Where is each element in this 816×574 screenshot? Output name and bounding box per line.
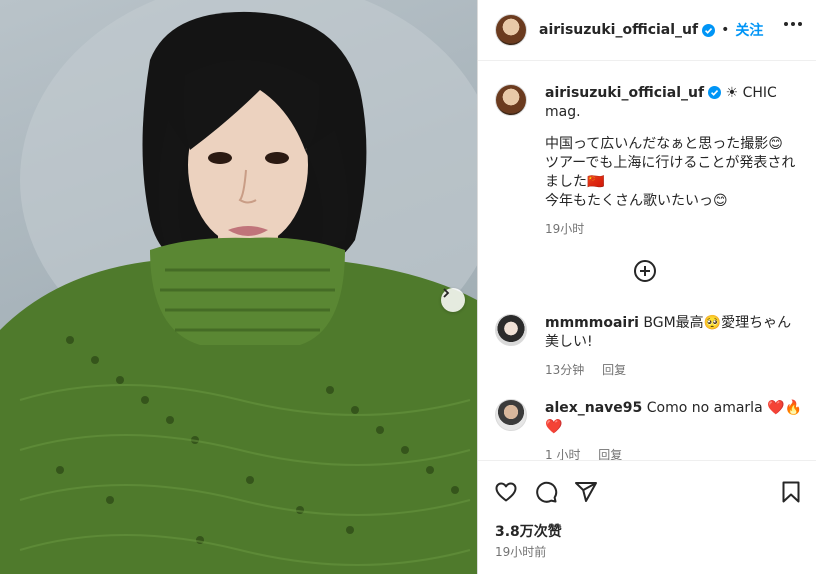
comment-icon <box>536 481 558 503</box>
heart-icon <box>495 482 517 502</box>
bookmark-icon <box>782 481 800 503</box>
portrait-illustration <box>0 0 477 574</box>
comment-item: alex_nave95 Como no amarla ❤️🔥❤️ 1 小时 回复 <box>495 399 805 460</box>
comment-time: 1 小时 <box>545 448 581 460</box>
post-actions: 3.8万次赞 19小时前 <box>478 460 816 574</box>
like-button[interactable] <box>494 480 518 508</box>
post-header: airisuzuki_official_uf • 关注 <box>478 0 816 61</box>
comment-item: mmmmoairi BGM最高🥺愛理ちゃん美しい! 13分钟 回复 <box>495 314 805 378</box>
post-timestamp[interactable]: 19小时前 <box>495 543 546 560</box>
share-button[interactable] <box>574 480 598 508</box>
next-image-button[interactable] <box>441 288 465 312</box>
caption-avatar[interactable] <box>495 84 527 116</box>
add-comment-icon[interactable] <box>633 259 657 283</box>
comment-button[interactable] <box>534 480 558 508</box>
author-username[interactable]: airisuzuki_official_uf <box>539 22 698 38</box>
verified-icon <box>702 23 716 37</box>
reply-button[interactable]: 回复 <box>598 448 622 460</box>
caption-text: 中国って広いんだなぁと思った撮影😊 ツアーでも上海に行けることが発表されました🇨… <box>545 136 796 209</box>
commenter-username[interactable]: mmmmoairi <box>545 315 639 331</box>
post-photo[interactable] <box>0 0 477 574</box>
commenter-avatar[interactable] <box>495 314 527 346</box>
share-icon <box>575 482 597 502</box>
caption-time: 19小时 <box>545 222 585 236</box>
next-arrow-icon <box>443 288 450 298</box>
post-caption: airisuzuki_official_uf ☀ CHIC mag. 中国って広… <box>495 84 805 239</box>
comment-time: 13分钟 <box>545 363 585 377</box>
reply-button[interactable]: 回复 <box>602 363 626 377</box>
save-button[interactable] <box>779 480 803 508</box>
likes-count[interactable]: 3.8万次赞 <box>495 521 562 541</box>
comments-section[interactable]: airisuzuki_official_uf ☀ CHIC mag. 中国って広… <box>478 62 816 460</box>
separator: • <box>721 22 730 38</box>
follow-button[interactable]: 关注 <box>735 20 763 40</box>
commenter-avatar[interactable] <box>495 399 527 431</box>
verified-icon <box>708 86 722 99</box>
caption-username[interactable]: airisuzuki_official_uf <box>545 85 704 101</box>
author-avatar[interactable] <box>495 14 527 46</box>
more-options-icon[interactable] <box>784 22 802 26</box>
commenter-username[interactable]: alex_nave95 <box>545 400 642 416</box>
post-side-panel: airisuzuki_official_uf • 关注 airisuzuki_o… <box>477 0 816 574</box>
